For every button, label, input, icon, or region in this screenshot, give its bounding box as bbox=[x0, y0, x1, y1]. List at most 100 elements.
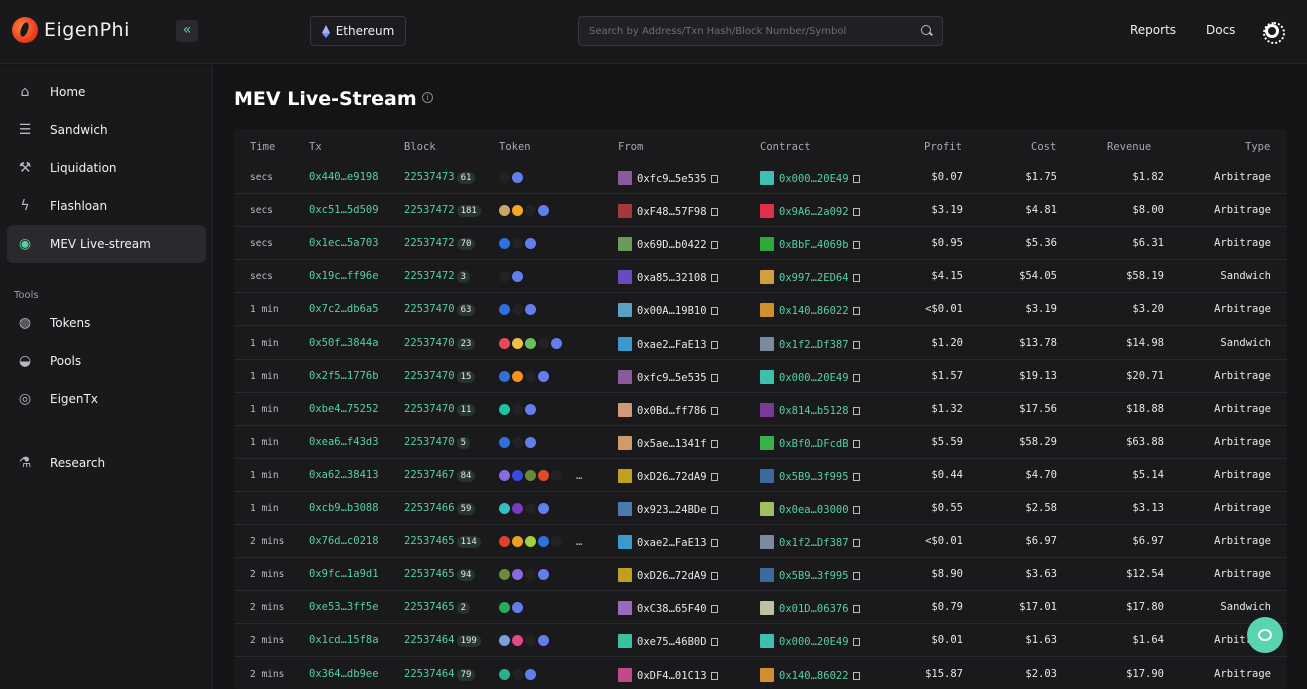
token-icon[interactable] bbox=[512, 337, 523, 349]
block-number-link[interactable]: 22537472 bbox=[404, 237, 455, 249]
copy-icon[interactable] bbox=[710, 506, 718, 514]
chat-support-button[interactable] bbox=[1247, 617, 1283, 653]
contract-address-link[interactable]: 0x0ea…03000 bbox=[779, 504, 849, 516]
table-row[interactable]: 2 mins 0xe53…3ff5e 22537465 2 0xC38…65F40 0x0… bbox=[234, 591, 1287, 625]
block-number-link[interactable]: 22537465 bbox=[404, 601, 455, 613]
token-icon[interactable] bbox=[512, 668, 523, 680]
token-icon[interactable] bbox=[512, 503, 523, 514]
from-address-link[interactable]: 0xa85…32108 bbox=[637, 272, 707, 284]
theme-toggle-icon[interactable] bbox=[1263, 22, 1285, 44]
block-number-link[interactable]: 22537465 bbox=[404, 535, 455, 547]
tx-hash-link[interactable]: 0xe53…3ff5e bbox=[309, 601, 379, 613]
contract-address-link[interactable]: 0x140…86022 bbox=[779, 305, 849, 317]
from-address-link[interactable]: 0xD26…72dA9 bbox=[637, 570, 707, 582]
token-icon[interactable] bbox=[512, 635, 523, 647]
token-icon[interactable] bbox=[525, 668, 536, 680]
copy-icon[interactable] bbox=[852, 638, 860, 647]
info-icon[interactable]: i bbox=[422, 92, 433, 103]
from-address-link[interactable]: 0xC38…65F40 bbox=[637, 603, 707, 615]
token-icon[interactable] bbox=[512, 569, 523, 581]
copy-icon[interactable] bbox=[710, 472, 718, 481]
contract-address-link[interactable]: 0x000…20E49 bbox=[779, 372, 849, 384]
token-icon[interactable] bbox=[499, 635, 510, 647]
token-icon[interactable] bbox=[512, 304, 523, 316]
tx-hash-link[interactable]: 0x2f5…1776b bbox=[309, 370, 379, 382]
token-icon[interactable] bbox=[525, 205, 536, 217]
from-address-link[interactable]: 0xDF4…01C13 bbox=[637, 670, 707, 682]
block-number-link[interactable]: 22537467 bbox=[404, 469, 455, 481]
collapse-sidebar-button[interactable]: « bbox=[176, 20, 198, 42]
token-icon[interactable] bbox=[512, 370, 523, 382]
table-row[interactable]: 1 min 0xcb9…b3088 22537466 59 0x923…24BDe 0x0… bbox=[234, 492, 1287, 525]
copy-icon[interactable] bbox=[852, 373, 860, 382]
copy-icon[interactable] bbox=[852, 539, 860, 548]
token-icon[interactable] bbox=[525, 536, 536, 548]
table-row[interactable]: 1 min 0xa62…38413 22537467 84 … 0xD26…72dA9 0x… bbox=[234, 459, 1287, 492]
copy-icon[interactable] bbox=[852, 208, 860, 217]
copy-icon[interactable] bbox=[852, 472, 860, 481]
from-address-link[interactable]: 0x5ae…1341f bbox=[637, 438, 707, 450]
token-icon[interactable] bbox=[525, 238, 536, 250]
sidebar-item-home[interactable]: ⌂ Home bbox=[7, 73, 206, 111]
copy-icon[interactable] bbox=[710, 638, 718, 647]
token-icon[interactable] bbox=[525, 436, 536, 448]
token-icon[interactable] bbox=[525, 635, 536, 647]
block-number-link[interactable]: 22537464 bbox=[404, 668, 455, 680]
nav-docs-link[interactable]: Docs bbox=[1206, 23, 1235, 37]
token-icon[interactable] bbox=[512, 238, 523, 250]
from-address-link[interactable]: 0x923…24BDe bbox=[637, 504, 707, 516]
token-icon[interactable] bbox=[512, 403, 523, 415]
tx-hash-link[interactable]: 0x50f…3844a bbox=[309, 337, 379, 349]
token-icon[interactable] bbox=[512, 436, 523, 448]
copy-icon[interactable] bbox=[710, 671, 718, 680]
tx-hash-link[interactable]: 0x19c…ff96e bbox=[309, 270, 379, 282]
token-icon[interactable] bbox=[512, 271, 523, 283]
tx-hash-link[interactable]: 0x1cd…15f8a bbox=[309, 634, 379, 646]
token-icon[interactable] bbox=[512, 205, 523, 217]
table-row[interactable]: secs 0x1ec…5a703 22537472 70 0x69D…b0422 0xBb… bbox=[234, 227, 1287, 261]
from-address-link[interactable]: 0xfc9…5e535 bbox=[637, 173, 707, 185]
contract-address-link[interactable]: 0x5B9…3f995 bbox=[779, 471, 849, 483]
copy-icon[interactable] bbox=[852, 406, 860, 415]
tx-hash-link[interactable]: 0xc51…5d509 bbox=[309, 204, 379, 216]
copy-icon[interactable] bbox=[710, 605, 718, 614]
from-address-link[interactable]: 0xe75…46B0D bbox=[637, 636, 707, 648]
table-row[interactable]: 1 min 0x7c2…db6a5 22537470 63 0x00A…19B10 0x1… bbox=[234, 293, 1287, 327]
tx-hash-link[interactable]: 0x9fc…1a9d1 bbox=[309, 568, 379, 580]
token-icon[interactable] bbox=[499, 536, 510, 548]
sidebar-item-liquidation[interactable]: ⚒ Liquidation bbox=[7, 149, 206, 187]
token-icon[interactable] bbox=[525, 304, 536, 316]
tx-hash-link[interactable]: 0x364…db9ee bbox=[309, 668, 379, 680]
sidebar-item-pools[interactable]: ◒ Pools bbox=[7, 342, 206, 380]
from-address-link[interactable]: 0xae2…FaE13 bbox=[637, 537, 707, 549]
tx-hash-link[interactable]: 0x1ec…5a703 bbox=[309, 237, 379, 249]
contract-address-link[interactable]: 0x000…20E49 bbox=[779, 173, 849, 185]
from-address-link[interactable]: 0xfc9…5e535 bbox=[637, 372, 707, 384]
block-number-link[interactable]: 22537472 bbox=[404, 270, 455, 282]
copy-icon[interactable] bbox=[710, 208, 718, 217]
sidebar-item-eigentx[interactable]: ◎ EigenTx bbox=[7, 380, 206, 418]
token-icon[interactable] bbox=[525, 370, 536, 382]
contract-address-link[interactable]: 0x000…20E49 bbox=[779, 636, 849, 648]
copy-icon[interactable] bbox=[852, 241, 860, 250]
token-icon[interactable] bbox=[525, 569, 536, 581]
token-icon[interactable] bbox=[538, 337, 549, 349]
nav-reports-link[interactable]: Reports bbox=[1130, 23, 1176, 37]
token-icon[interactable] bbox=[525, 337, 536, 349]
copy-icon[interactable] bbox=[852, 506, 860, 514]
contract-address-link[interactable]: 0x814…b5128 bbox=[779, 405, 849, 417]
from-address-link[interactable]: 0xD26…72dA9 bbox=[637, 471, 707, 483]
token-icon[interactable] bbox=[512, 172, 523, 183]
token-icon[interactable] bbox=[538, 205, 549, 217]
block-number-link[interactable]: 22537470 bbox=[404, 303, 455, 315]
table-row[interactable]: 2 mins 0x1cd…15f8a 22537464 199 0xe75…46B0D 0… bbox=[234, 624, 1287, 658]
table-row[interactable]: secs 0x19c…ff96e 22537472 3 0xa85…32108 0x997… bbox=[234, 260, 1287, 294]
tx-hash-link[interactable]: 0x440…e9198 bbox=[309, 171, 379, 183]
copy-icon[interactable] bbox=[710, 241, 718, 250]
contract-address-link[interactable]: 0xBbF…4069b bbox=[779, 239, 849, 251]
search-icon[interactable] bbox=[921, 25, 931, 35]
token-icon[interactable] bbox=[512, 602, 523, 614]
token-icon[interactable] bbox=[499, 503, 510, 514]
from-address-link[interactable]: 0xF48…57F98 bbox=[637, 206, 707, 218]
from-address-link[interactable]: 0x69D…b0422 bbox=[637, 239, 707, 251]
